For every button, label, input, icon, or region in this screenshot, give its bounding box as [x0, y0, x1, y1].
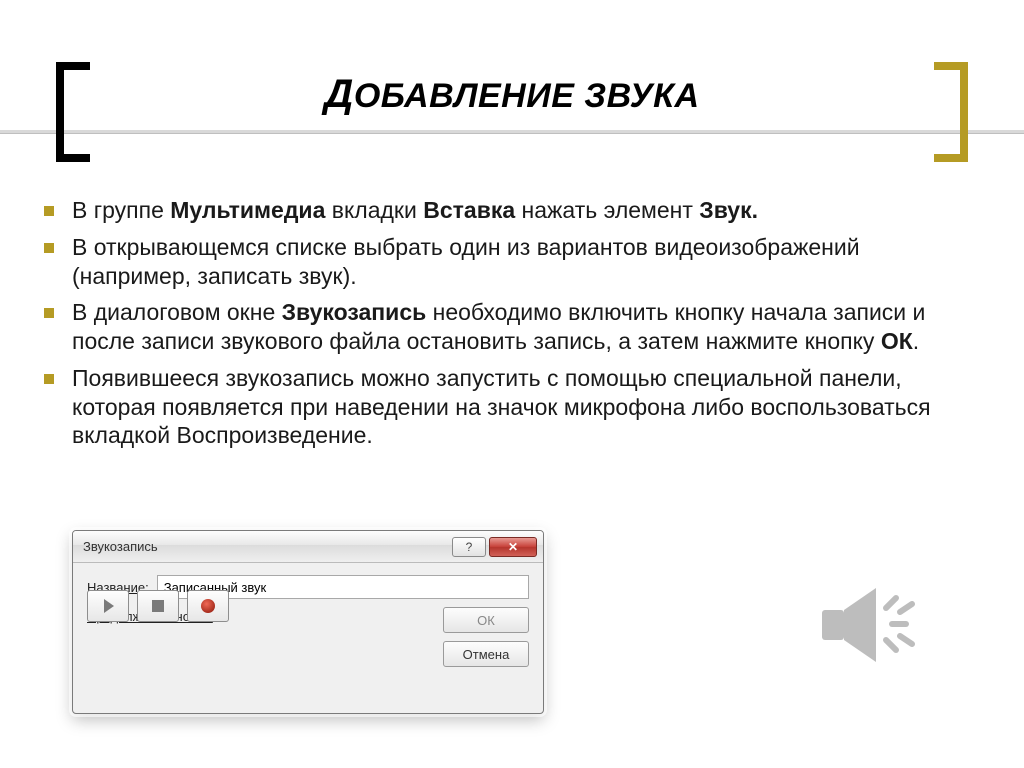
horizontal-rule [0, 130, 1024, 134]
title-capital: Д [324, 72, 353, 116]
record-button[interactable] [187, 590, 229, 622]
help-icon: ? [466, 540, 473, 554]
cancel-button[interactable]: Отмена [443, 641, 529, 667]
close-button[interactable]: ✕ [489, 537, 537, 557]
list-item: В открывающемся списке выбрать один из в… [38, 233, 964, 291]
dialog-action-buttons: ОК Отмена [443, 607, 529, 667]
media-controls [87, 590, 229, 622]
list-item: В группе Мультимедиа вкладки Вставка наж… [38, 196, 964, 225]
close-icon: ✕ [508, 540, 518, 554]
stop-icon [152, 600, 164, 612]
stop-button[interactable] [137, 590, 179, 622]
title-rest: ОБАВЛЕНИЕ ЗВУКА [354, 77, 700, 115]
speaker-icon [804, 560, 934, 690]
play-button[interactable] [87, 590, 129, 622]
record-icon [201, 599, 215, 613]
sound-recorder-dialog: Звукозапись ? ✕ Название: Продолжительно… [72, 530, 544, 714]
play-icon [104, 599, 114, 613]
dialog-titlebar[interactable]: Звукозапись ? ✕ [73, 531, 543, 563]
help-button[interactable]: ? [452, 537, 486, 557]
list-item: В диалоговом окне Звукозапись необходимо… [38, 298, 964, 356]
dialog-body: Название: Продолжительность: 0 ОК Отмена [73, 563, 543, 634]
dialog-title: Звукозапись [83, 539, 449, 554]
content-area: В группе Мультимедиа вкладки Вставка наж… [38, 196, 964, 458]
bullet-list: В группе Мультимедиа вкладки Вставка наж… [38, 196, 964, 450]
ok-button[interactable]: ОК [443, 607, 529, 633]
list-item: Появившееся звукозапись можно запустить … [38, 364, 964, 450]
page-title: ДОБАВЛЕНИЕ ЗВУКА [0, 72, 1024, 117]
